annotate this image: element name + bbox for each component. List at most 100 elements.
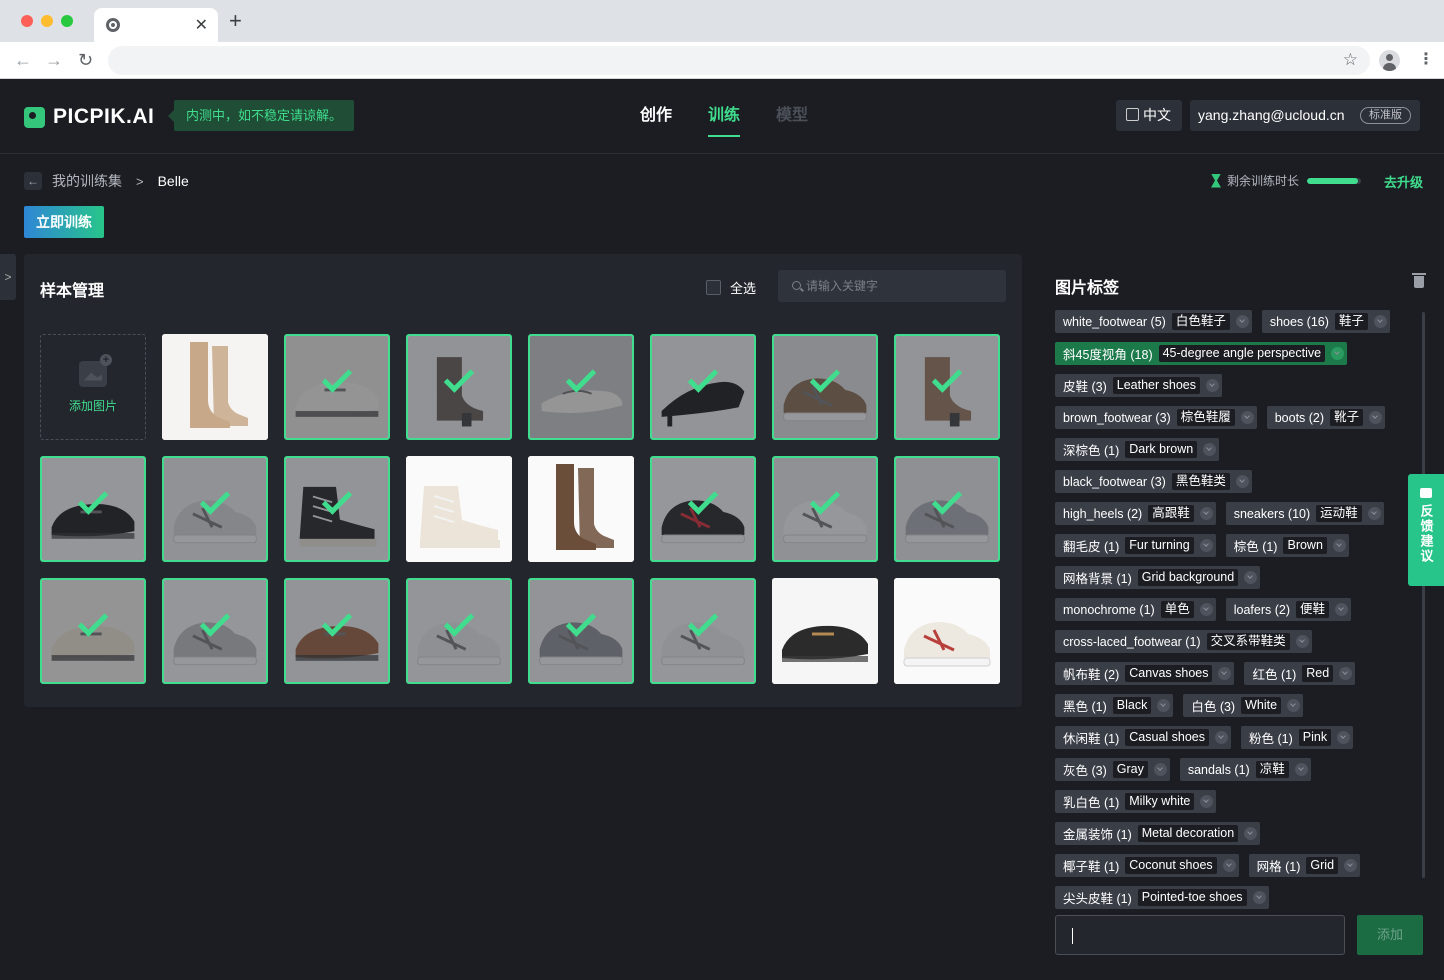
tag-chip[interactable]: white_footwear (5) 白色鞋子 [1055, 310, 1252, 333]
tag-chip[interactable]: shoes (16) 鞋子 [1261, 310, 1390, 333]
select-all-checkbox[interactable] [706, 280, 721, 295]
tag-chip[interactable]: 翻毛皮 (1) Fur turning [1055, 534, 1216, 557]
tag-chip[interactable]: 网格 (1) Grid [1248, 854, 1361, 877]
sample-image-tile[interactable] [894, 334, 1000, 440]
tag-translation[interactable]: Metal decoration [1137, 825, 1239, 842]
tag-chip[interactable]: 黑色 (1) Black [1055, 694, 1174, 717]
chevron-down-icon[interactable] [1235, 475, 1249, 488]
trash-icon[interactable] [1412, 273, 1426, 288]
tag-translation[interactable]: Red [1302, 665, 1334, 682]
tag-chip[interactable]: 棕色 (1) Brown [1225, 534, 1349, 557]
tag-chip[interactable]: 椰子鞋 (1) Coconut shoes [1055, 854, 1239, 877]
chevron-down-icon[interactable] [1218, 667, 1232, 680]
tag-translation[interactable]: White [1241, 697, 1282, 714]
tag-translation[interactable]: 棕色鞋履 [1176, 409, 1235, 426]
tag-chip[interactable]: loafers (2) 便鞋 [1225, 598, 1352, 621]
sample-image-tile[interactable] [528, 334, 634, 440]
profile-avatar-icon[interactable] [1379, 50, 1400, 71]
tag-translation[interactable]: Pointed-toe shoes [1137, 889, 1247, 906]
forward-arrow-icon[interactable]: → [45, 50, 63, 70]
maximize-window-icon[interactable] [61, 15, 73, 27]
tag-translation[interactable]: 45-degree angle perspective [1158, 345, 1326, 362]
add-image-button[interactable]: 添加图片 [40, 334, 146, 440]
select-all[interactable]: 全选 [706, 278, 756, 297]
tag-chip[interactable]: sandals (1) 凉鞋 [1179, 758, 1311, 781]
address-bar[interactable]: ☆ [108, 46, 1370, 75]
nav-create[interactable]: 创作 [640, 101, 672, 137]
chevron-down-icon[interactable] [1367, 507, 1381, 520]
tag-translation[interactable]: 交叉系带鞋类 [1206, 633, 1290, 650]
tag-chip[interactable]: 网格背景 (1) Grid background [1055, 566, 1261, 589]
tag-chip[interactable]: 乳白色 (1) Milky white [1055, 790, 1217, 813]
tag-chip[interactable]: 尖头皮鞋 (1) Pointed-toe shoes [1055, 886, 1269, 909]
tag-chip[interactable]: sneakers (10) 运动鞋 [1225, 502, 1384, 525]
tab-close-icon[interactable]: ✕ [195, 15, 208, 35]
tag-translation[interactable]: 凉鞋 [1255, 761, 1289, 778]
chevron-down-icon[interactable] [1244, 571, 1258, 584]
sample-image-tile[interactable] [40, 456, 146, 562]
chevron-down-icon[interactable] [1294, 763, 1308, 776]
chevron-down-icon[interactable] [1332, 539, 1346, 552]
upgrade-link[interactable]: 去升级 [1384, 172, 1423, 191]
tag-chip[interactable]: 粉色 (1) Pink [1241, 726, 1354, 749]
chevron-down-icon[interactable] [1222, 859, 1236, 872]
chevron-down-icon[interactable] [1200, 795, 1214, 808]
chevron-down-icon[interactable] [1157, 699, 1171, 712]
chevron-down-icon[interactable] [1369, 411, 1383, 424]
chevron-down-icon[interactable] [1199, 603, 1213, 616]
sample-image-tile[interactable] [650, 456, 756, 562]
tag-translation[interactable]: 单色 [1160, 601, 1194, 618]
language-switch[interactable]: 中文 [1116, 100, 1182, 131]
minimize-window-icon[interactable] [41, 15, 53, 27]
feedback-button[interactable]: 反馈建议 [1408, 474, 1444, 586]
tag-translation[interactable]: Black [1112, 697, 1152, 714]
browser-tab[interactable]: ✕ [94, 8, 218, 42]
close-window-icon[interactable] [21, 15, 33, 27]
tag-chip[interactable]: 灰色 (3) Gray [1055, 758, 1170, 781]
back-arrow-icon[interactable]: ← [14, 50, 32, 70]
sample-image-tile[interactable] [772, 578, 878, 684]
sample-image-tile[interactable] [40, 578, 146, 684]
sample-image-tile[interactable] [894, 578, 1000, 684]
sample-image-tile[interactable] [162, 456, 268, 562]
chevron-down-icon[interactable] [1335, 603, 1349, 616]
tag-translation[interactable]: 白色鞋子 [1171, 313, 1230, 330]
sample-image-tile[interactable] [650, 334, 756, 440]
chevron-down-icon[interactable] [1337, 731, 1351, 744]
tag-chip[interactable]: brown_footwear (3) 棕色鞋履 [1055, 406, 1257, 429]
sample-image-tile[interactable] [162, 334, 268, 440]
tag-translation[interactable]: Dark brown [1125, 441, 1198, 458]
tag-translation[interactable]: Brown [1283, 537, 1327, 554]
new-tab-icon[interactable]: + [229, 10, 242, 32]
add-tag-button[interactable]: 添加 [1357, 915, 1423, 955]
tag-translation[interactable]: 便鞋 [1296, 601, 1330, 618]
tag-chip[interactable]: 帆布鞋 (2) Canvas shoes [1055, 662, 1235, 685]
tag-chip[interactable]: 白色 (3) White [1183, 694, 1304, 717]
tag-chip[interactable]: black_footwear (3) 黑色鞋类 [1055, 470, 1252, 493]
tag-translation[interactable]: Fur turning [1125, 537, 1194, 554]
tag-chip[interactable]: 斜45度视角 (18) 45-degree angle perspective [1055, 342, 1348, 365]
chevron-down-icon[interactable] [1344, 859, 1358, 872]
tag-translation[interactable]: Coconut shoes [1125, 857, 1217, 874]
tag-chip[interactable]: 金属装饰 (1) Metal decoration [1055, 822, 1261, 845]
tag-translation[interactable]: Gray [1112, 761, 1148, 778]
chevron-down-icon[interactable] [1373, 315, 1387, 328]
sample-image-tile[interactable] [284, 578, 390, 684]
sample-image-tile[interactable] [406, 578, 512, 684]
tag-translation[interactable]: Grid [1306, 857, 1339, 874]
sample-image-tile[interactable] [528, 578, 634, 684]
chevron-down-icon[interactable] [1244, 827, 1258, 840]
tag-translation[interactable]: 鞋子 [1334, 313, 1368, 330]
tag-translation[interactable]: 靴子 [1330, 409, 1364, 426]
tag-chip[interactable]: 深棕色 (1) Dark brown [1055, 438, 1220, 461]
tag-list-scrollbar[interactable] [1422, 312, 1425, 878]
tag-translation[interactable]: Casual shoes [1125, 729, 1210, 746]
chevron-down-icon[interactable] [1203, 443, 1217, 456]
tag-input[interactable] [1055, 915, 1345, 955]
tag-translation[interactable]: Pink [1298, 729, 1332, 746]
tag-chip[interactable]: boots (2) 靴子 [1266, 406, 1386, 429]
chevron-down-icon[interactable] [1339, 667, 1353, 680]
tag-translation[interactable]: Milky white [1125, 793, 1195, 810]
chevron-down-icon[interactable] [1153, 763, 1167, 776]
search-input[interactable]: 请输入关键字 [778, 270, 1006, 302]
